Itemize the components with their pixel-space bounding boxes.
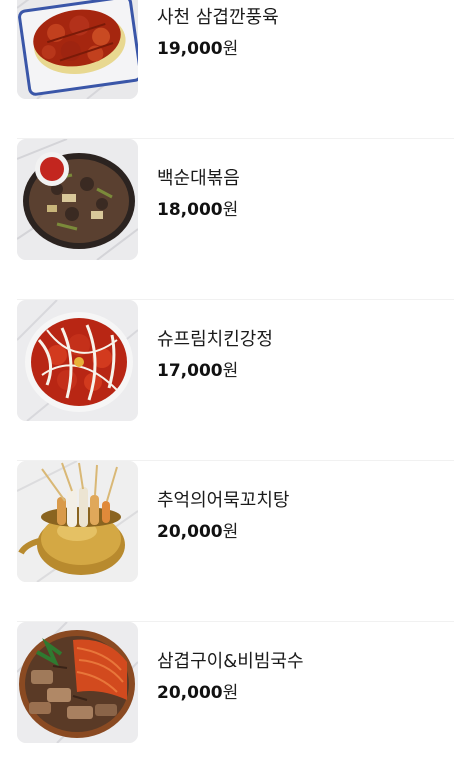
- menu-item-name: 추억의어묵꼬치탕: [157, 490, 290, 511]
- menu-item-photo: [17, 0, 138, 99]
- menu-item-name: 삼겹구이&비빔국수: [157, 651, 304, 672]
- menu-item-grilled-pork-noodles[interactable]: 삼겹구이&비빔국수 20,000원: [0, 622, 466, 783]
- menu-item-name: 백순대볶음: [157, 168, 240, 189]
- price-amount: 17,000: [157, 361, 223, 381]
- menu-item-photo: [17, 139, 138, 260]
- price-unit: 원: [222, 200, 239, 220]
- dish-photo-image: [17, 139, 138, 260]
- menu-item-price: 18,000원: [157, 199, 240, 221]
- price-amount: 18,000: [157, 200, 223, 220]
- menu-item-photo: [17, 300, 138, 421]
- dish-photo-image: [17, 300, 138, 421]
- menu-item-info: 삼겹구이&비빔국수 20,000원: [157, 650, 304, 704]
- menu-item-supreme-chicken[interactable]: 슈프림치킨강정 17,000원: [0, 300, 466, 461]
- price-unit: 원: [222, 39, 239, 59]
- menu-item-stir-fried-sundae[interactable]: 백순대볶음 18,000원: [0, 139, 466, 300]
- menu-item-photo: [17, 622, 138, 743]
- menu-item-info: 슈프림치킨강정 17,000원: [157, 328, 273, 382]
- menu-item-sichuan-pork-belly[interactable]: 사천 삼겹깐풍육 19,000원: [0, 0, 466, 139]
- price-unit: 원: [222, 361, 239, 381]
- menu-item-name: 슈프림치킨강정: [157, 329, 273, 350]
- price-amount: 20,000: [157, 683, 223, 703]
- menu-item-price: 19,000원: [157, 38, 279, 60]
- menu-item-price: 20,000원: [157, 682, 304, 704]
- dish-photo-image: [17, 0, 138, 99]
- price-amount: 20,000: [157, 522, 223, 542]
- menu-item-photo: [17, 461, 138, 582]
- menu-list: 사천 삼겹깐풍육 19,000원 백순대볶음 18,000원 슈프림치킨강정 1…: [0, 0, 466, 768]
- menu-item-fishcake-skewer-soup[interactable]: 추억의어묵꼬치탕 20,000원: [0, 461, 466, 622]
- dish-photo-image: [17, 461, 138, 582]
- menu-item-info: 백순대볶음 18,000원: [157, 167, 240, 221]
- price-amount: 19,000: [157, 39, 223, 59]
- menu-item-price: 20,000원: [157, 521, 289, 543]
- dish-photo-image: [17, 622, 138, 743]
- menu-item-info: 사천 삼겹깐풍육 19,000원: [157, 6, 279, 60]
- menu-item-price: 17,000원: [157, 360, 273, 382]
- price-unit: 원: [222, 522, 239, 542]
- menu-item-info: 추억의어묵꼬치탕 20,000원: [157, 489, 289, 543]
- menu-item-name: 사천 삼겹깐풍육: [157, 7, 279, 28]
- price-unit: 원: [222, 683, 239, 703]
